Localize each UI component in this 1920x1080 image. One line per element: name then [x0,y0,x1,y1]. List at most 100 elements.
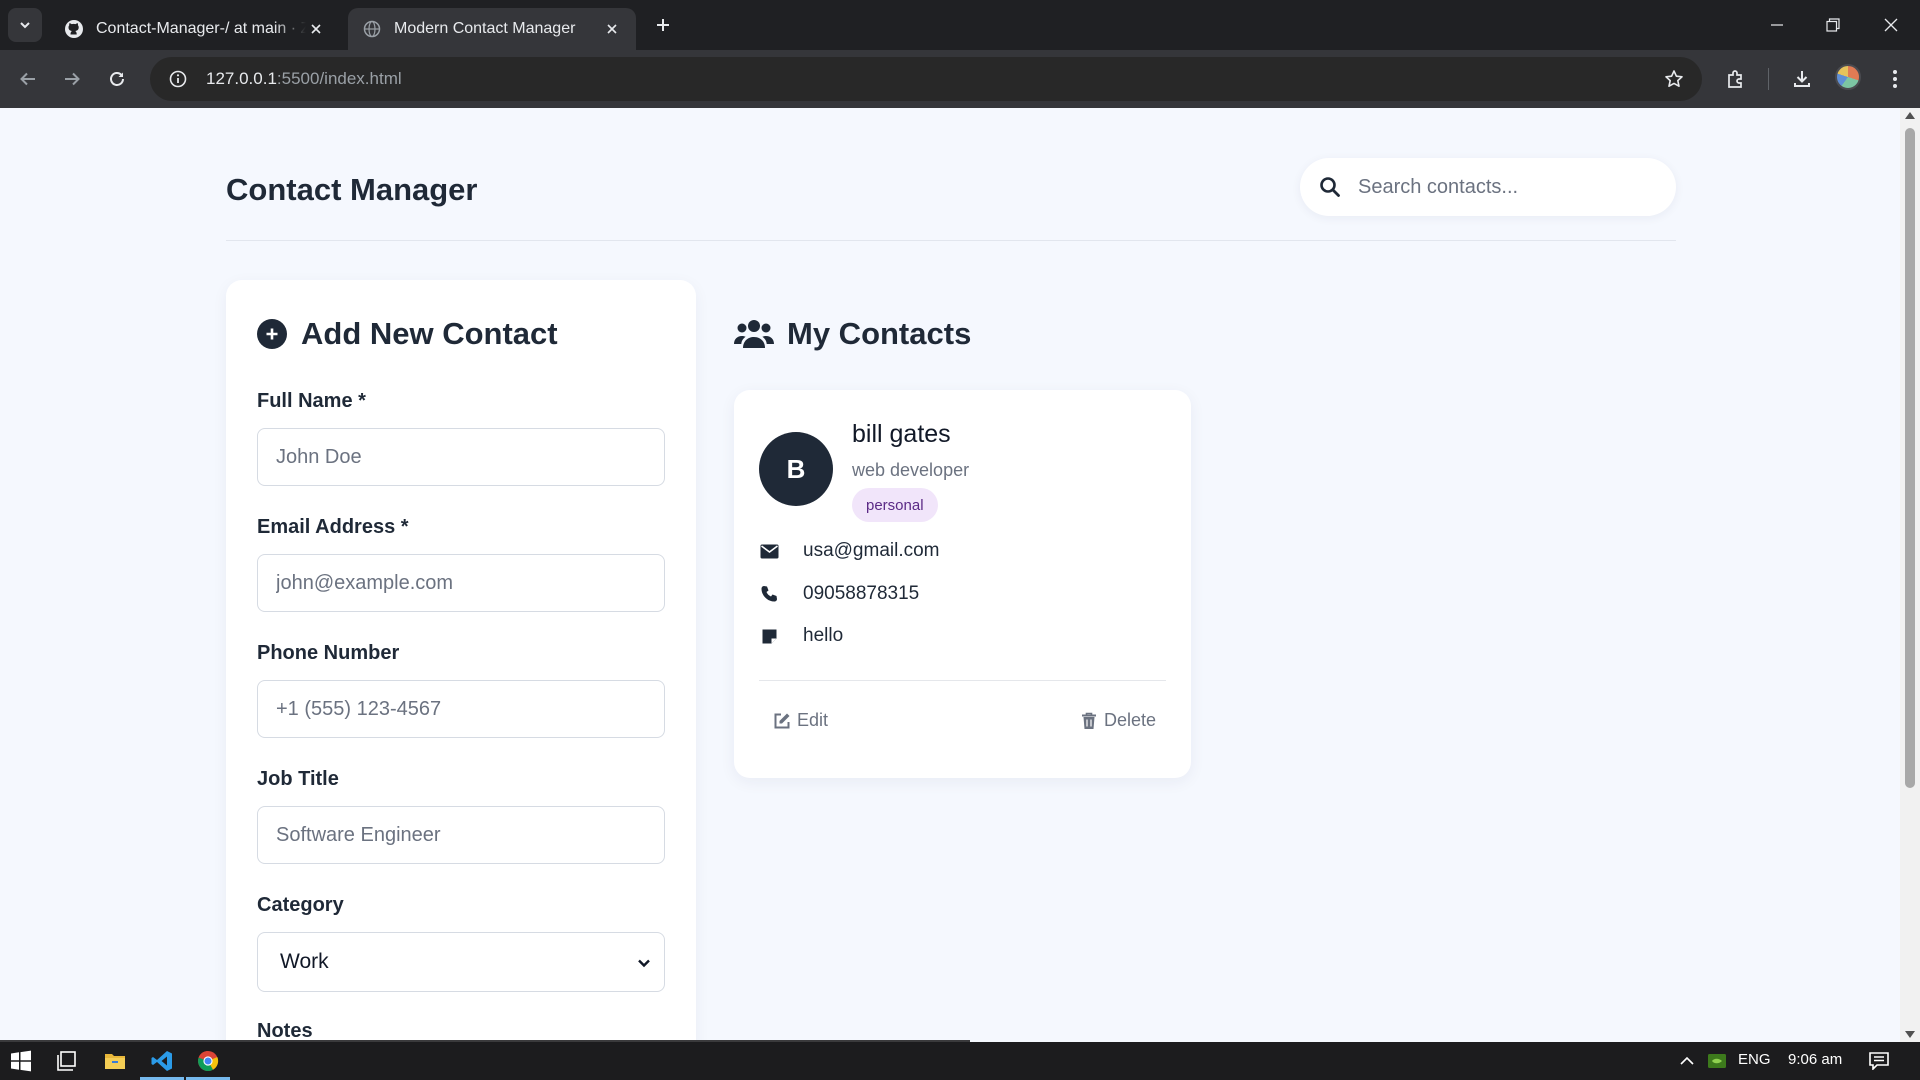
task-view-icon[interactable] [52,1046,82,1076]
tab-title: Modern Contact Manager [394,20,576,37]
profile-avatar[interactable] [1835,64,1861,90]
phone-icon [759,584,779,604]
new-tab-button[interactable] [650,12,676,38]
my-contacts-title: My Contacts [787,316,972,351]
more-vertical-icon [1893,70,1897,88]
nvidia-tray-icon[interactable] [1702,1046,1732,1076]
notifications-icon[interactable] [1864,1046,1894,1076]
delete-button[interactable]: Delete [1080,710,1156,731]
scroll-up-arrow-icon[interactable] [1905,112,1915,119]
close-tab-icon[interactable] [602,19,622,39]
contact-email-row: usa@gmail.com [759,540,940,562]
contact-card: B bill gates web developer personal usa@… [734,390,1191,778]
restore-icon [1826,18,1840,32]
page-viewport: Contact Manager Add New Contact Full Nam… [0,108,1900,1042]
add-contact-heading: Add New Contact [257,316,558,352]
edit-icon [773,712,791,730]
github-icon [64,19,84,39]
sticky-note-icon [759,626,779,646]
search-box[interactable] [1300,158,1676,216]
job-title-label: Job Title [257,768,339,790]
contact-phone-row: 09058878315 [759,583,919,605]
full-name-label: Full Name * [257,390,366,412]
my-contacts-heading: My Contacts [734,316,971,352]
windows-taskbar [0,1042,1920,1080]
back-button[interactable] [13,64,43,94]
plus-icon [657,19,669,31]
full-name-input[interactable] [257,428,665,486]
globe-icon [362,19,382,39]
category-select[interactable]: Work [257,932,665,992]
edit-button[interactable]: Edit [773,710,828,731]
category-label: Category [257,894,344,916]
contact-email: usa@gmail.com [803,540,940,561]
chevron-down-icon [636,955,652,971]
header-divider [226,240,1676,241]
avatar: B [759,432,833,506]
phone-label: Phone Number [257,642,400,664]
bookmark-star-icon[interactable] [1662,67,1686,91]
browser-menu-button[interactable] [1880,64,1910,94]
language-indicator[interactable]: ENG [1738,1051,1771,1068]
url-path: :5500/index.html [276,69,402,88]
phone-input[interactable] [257,680,665,738]
notes-label: Notes [257,1020,313,1042]
close-window-button[interactable] [1876,10,1906,40]
tray-overflow-chevron-icon[interactable] [1672,1046,1702,1076]
site-info-icon[interactable] [156,57,200,101]
browser-toolbar: 127.0.0.1:5500/index.html [0,50,1920,108]
tab-github[interactable]: Contact-Manager-/ at main · Za [50,8,340,50]
search-input[interactable] [1358,175,1658,199]
email-label: Email Address * [257,516,409,538]
contact-name: bill gates [852,420,951,448]
contact-job-title: web developer [852,460,970,480]
tab-contact-manager[interactable]: Modern Contact Manager [348,8,636,50]
minimize-button[interactable] [1762,10,1792,40]
plus-circle-icon [257,319,287,349]
puzzle-icon [1728,70,1742,88]
url-text: 127.0.0.1:5500/index.html [206,69,402,89]
scroll-down-arrow-icon[interactable] [1905,1031,1915,1038]
restore-button[interactable] [1818,10,1848,40]
add-contact-card: Add New Contact Full Name * Email Addres… [226,280,696,1042]
page-scrollbar[interactable] [1900,108,1920,1042]
delete-label: Delete [1104,710,1157,730]
page-title: Contact Manager [226,172,478,207]
contact-phone: 09058878315 [803,583,920,604]
search-icon [1318,175,1342,199]
browser-tab-bar: Contact-Manager-/ at main · Za Modern Co… [0,0,1920,50]
extensions-button[interactable] [1721,64,1751,94]
close-tab-icon[interactable] [306,19,326,39]
minimize-icon [1771,24,1783,26]
clock[interactable]: 9:06 am [1788,1051,1842,1068]
job-title-input[interactable] [257,806,665,864]
add-contact-title: Add New Contact [301,316,558,351]
contact-note: hello [803,625,844,646]
toolbar-divider [1768,68,1769,90]
category-selected-value: Work [280,950,329,973]
forward-button[interactable] [57,64,87,94]
address-bar[interactable]: 127.0.0.1:5500/index.html [150,57,1702,101]
vscode-icon[interactable] [147,1046,177,1076]
download-icon [1794,71,1810,87]
arrow-left-icon [20,72,35,86]
users-icon [734,317,774,351]
reload-icon [110,72,124,86]
envelope-icon [759,541,779,561]
scrollbar-thumb[interactable] [1905,128,1915,788]
chevron-down-icon [20,22,30,29]
close-icon [1884,18,1898,32]
file-explorer-icon[interactable] [100,1046,130,1076]
trash-icon [1080,712,1098,730]
email-input[interactable] [257,554,665,612]
reload-button[interactable] [102,64,132,94]
category-badge: personal [852,488,938,522]
downloads-button[interactable] [1787,64,1817,94]
edit-label: Edit [797,710,829,730]
chrome-icon[interactable] [193,1046,223,1076]
windows-start-icon[interactable] [6,1046,36,1076]
tab-search-button[interactable] [8,8,42,42]
card-divider [759,680,1166,681]
url-host: 127.0.0.1 [206,69,277,88]
contact-note-row: hello [759,625,843,647]
